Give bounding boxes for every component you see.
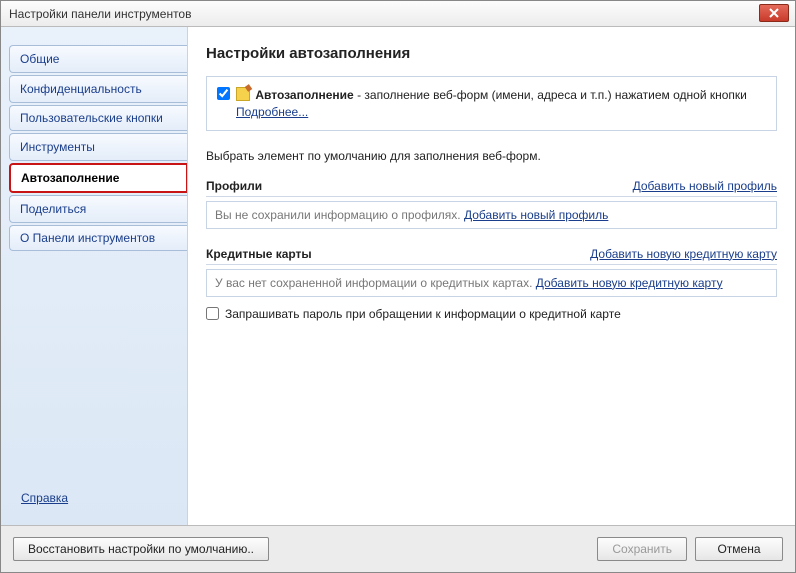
page-title: Настройки автозаполнения	[206, 45, 777, 62]
cards-empty-text: У вас нет сохраненной информации о креди…	[215, 276, 536, 290]
tab-tools[interactable]: Инструменты	[9, 133, 187, 161]
footer-bar: Восстановить настройки по умолчанию.. Со…	[1, 525, 795, 572]
cards-empty-link[interactable]: Добавить новую кредитную карту	[536, 276, 723, 290]
cards-header: Кредитные карты Добавить новую кредитную…	[206, 247, 777, 265]
autofill-text: - заполнение веб-форм (имени, адреса и т…	[354, 88, 747, 102]
tab-privacy[interactable]: Конфиденциальность	[9, 75, 187, 103]
default-element-desc: Выбрать элемент по умолчанию для заполне…	[206, 149, 777, 163]
titlebar: Настройки панели инструментов	[1, 1, 795, 27]
pw-prompt-row: Запрашивать пароль при обращении к инфор…	[206, 307, 777, 321]
tab-about[interactable]: О Панели инструментов	[9, 225, 187, 251]
profiles-empty-row: Вы не сохранили информацию о профилях. Д…	[206, 201, 777, 229]
tab-autofill[interactable]: Автозаполнение	[9, 163, 188, 193]
cards-empty-row: У вас нет сохраненной информации о креди…	[206, 269, 777, 297]
cancel-button[interactable]: Отмена	[695, 537, 783, 561]
autofill-option-box: Автозаполнение - заполнение веб-форм (им…	[206, 76, 777, 131]
profiles-empty-text: Вы не сохранили информацию о профилях.	[215, 208, 464, 222]
close-icon	[769, 8, 779, 18]
pw-prompt-label: Запрашивать пароль при обращении к инфор…	[225, 307, 621, 321]
pencil-icon	[236, 87, 250, 101]
tab-general[interactable]: Общие	[9, 45, 187, 73]
autofill-more-link[interactable]: Подробнее...	[236, 105, 308, 119]
autofill-name: Автозаполнение	[255, 88, 353, 102]
pw-prompt-checkbox[interactable]	[206, 307, 219, 320]
autofill-desc: Автозаполнение - заполнение веб-форм (им…	[236, 85, 766, 122]
autofill-checkbox[interactable]	[217, 87, 230, 100]
tab-custom-buttons[interactable]: Пользовательские кнопки	[9, 105, 187, 131]
add-profile-link[interactable]: Добавить новый профиль	[633, 179, 777, 193]
save-button[interactable]: Сохранить	[597, 537, 687, 561]
cards-title: Кредитные карты	[206, 247, 312, 261]
profiles-empty-link[interactable]: Добавить новый профиль	[464, 208, 608, 222]
content-pane: Настройки автозаполнения Автозаполнение …	[187, 27, 795, 525]
tab-share[interactable]: Поделиться	[9, 195, 187, 223]
profiles-header: Профили Добавить новый профиль	[206, 179, 777, 197]
window-title: Настройки панели инструментов	[9, 7, 191, 21]
restore-defaults-button[interactable]: Восстановить настройки по умолчанию..	[13, 537, 269, 561]
body-area: Общие Конфиденциальность Пользовательски…	[1, 27, 795, 525]
close-button[interactable]	[759, 4, 789, 22]
profiles-title: Профили	[206, 179, 262, 193]
help-link[interactable]: Справка	[9, 491, 187, 525]
sidebar: Общие Конфиденциальность Пользовательски…	[1, 27, 187, 525]
add-card-link[interactable]: Добавить новую кредитную карту	[590, 247, 777, 261]
